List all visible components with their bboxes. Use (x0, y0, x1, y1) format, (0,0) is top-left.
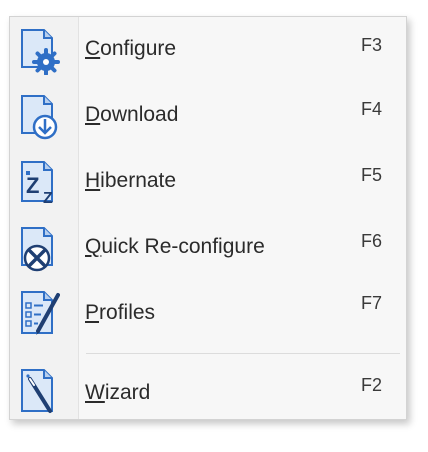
svg-text:Z: Z (26, 173, 39, 198)
label-text: onfigure (100, 37, 177, 60)
menu-item-quick-reconfigure[interactable]: Quick Re-configure F6 (10, 217, 406, 281)
menu-item-label: Hibernate (85, 169, 176, 193)
menu-item-label: Download (85, 103, 178, 127)
hibernate-zz-icon: Z Z (16, 159, 60, 207)
menu-item-profiles[interactable]: Profiles F7 (10, 283, 406, 347)
shortcut-key: F5 (360, 165, 382, 185)
accelerator-key: D (85, 103, 101, 126)
accelerator-key: H (85, 169, 101, 192)
accelerator-key: Q (85, 235, 102, 258)
accelerator-key: C (85, 37, 101, 60)
menu-item-wizard[interactable]: Wizard F2 (10, 361, 406, 425)
label-text: izard (104, 381, 151, 404)
menu-separator (86, 353, 400, 354)
shortcut-key: F4 (360, 99, 382, 119)
shortcut-key: F3 (360, 35, 382, 55)
profiles-checklist-icon (16, 289, 60, 337)
menu-item-label: Quick Re-configure (85, 235, 265, 259)
shortcut-key: F2 (360, 375, 382, 395)
svg-text:Z: Z (43, 190, 53, 207)
quick-reconfigure-tools-icon (16, 225, 60, 273)
menu-item-configure[interactable]: Configure F3 (10, 19, 406, 83)
label-text: rofiles (99, 301, 156, 324)
shortcut-key: F6 (360, 231, 382, 251)
menu-item-label: Configure (85, 37, 176, 61)
configure-gear-icon (16, 27, 60, 75)
label-text: ibernate (100, 169, 177, 192)
accelerator-key: W (85, 381, 105, 404)
menu-item-label: Wizard (85, 381, 150, 405)
label-text: ownload (100, 103, 179, 126)
context-menu: Configure F3 Download F4 Z Z Hibernate F… (9, 16, 407, 420)
download-arrow-icon (16, 93, 60, 141)
menu-item-label: Profiles (85, 301, 155, 325)
label-text: uick Re-configure (101, 235, 265, 258)
wizard-wand-icon (16, 367, 60, 415)
menu-item-download[interactable]: Download F4 (10, 85, 406, 149)
accelerator-key: P (85, 301, 100, 324)
menu-item-hibernate[interactable]: Z Z Hibernate F5 (10, 151, 406, 215)
shortcut-key: F7 (360, 293, 382, 313)
